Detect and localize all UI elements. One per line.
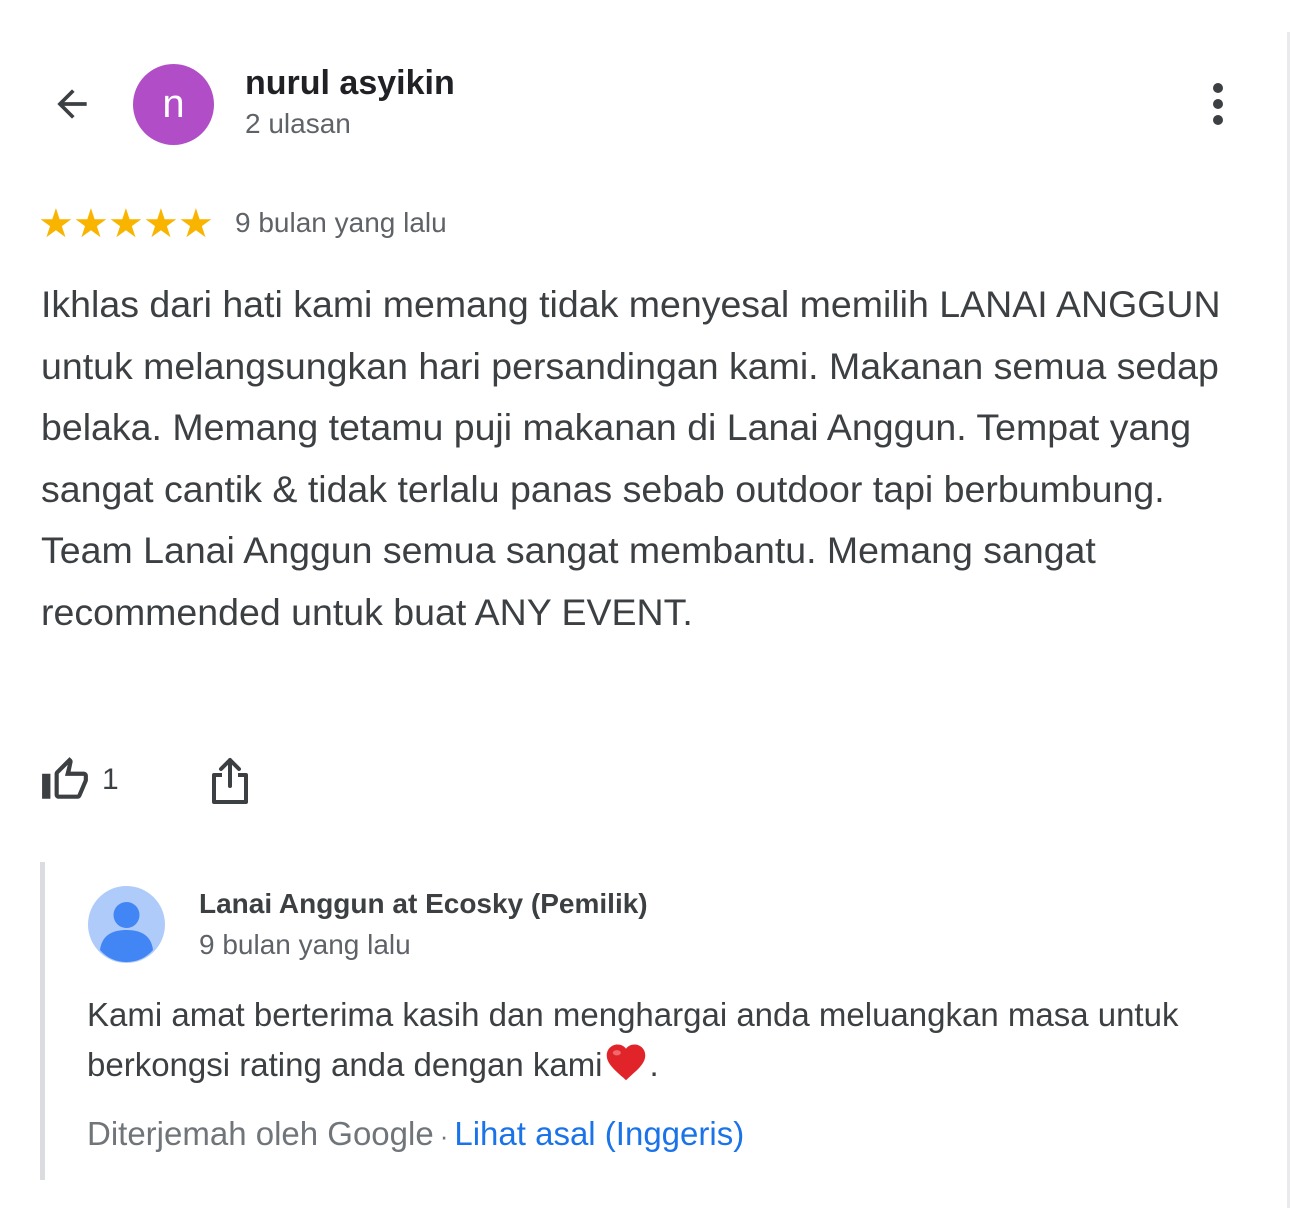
more-options-button[interactable] xyxy=(1196,78,1240,130)
reviewer-name[interactable]: nurul asyikin xyxy=(245,64,455,103)
star-icon: ★ xyxy=(143,202,179,246)
star-icon: ★ xyxy=(73,202,109,246)
thumb-up-outline-icon xyxy=(42,757,88,799)
translation-info-row: Diterjemah oleh Google · Lihat asal (Ingge… xyxy=(87,1115,744,1153)
like-count: 1 xyxy=(102,763,119,796)
owner-avatar[interactable] xyxy=(88,886,165,963)
reviewer-avatar[interactable]: n xyxy=(133,64,214,145)
owner-reply-time-ago: 9 bulan yang lalu xyxy=(199,929,411,960)
owner-reply-text-end: . xyxy=(649,1046,659,1083)
star-icon: ★ xyxy=(108,202,144,246)
star-icon: ★ xyxy=(38,202,74,246)
review-text: Ikhlas dari hati kami memang tidak menye… xyxy=(41,283,1221,633)
more-vert-icon xyxy=(1213,83,1223,125)
star-rating: ★ ★ ★ ★ ★ xyxy=(38,202,214,246)
avatar-letter: n xyxy=(162,82,185,126)
review-time-ago: 9 bulan yang lalu xyxy=(235,207,447,238)
share-icon xyxy=(212,758,248,804)
see-original-link[interactable]: Lihat asal (Inggeris) xyxy=(454,1115,744,1152)
reply-indent-bar xyxy=(40,862,45,1180)
translated-by-label: Diterjemah oleh Google xyxy=(87,1115,434,1152)
owner-reply-text: Kami amat berterima kasih dan menghargai… xyxy=(87,990,1237,1096)
owner-name: Lanai Anggun at Ecosky (Pemilik) xyxy=(199,888,648,919)
separator-dot: · xyxy=(439,1121,449,1151)
arrow-back-icon xyxy=(57,89,87,119)
review-detail-page: n nurul asyikin 2 ulasan ★ ★ ★ ★ ★ 9 bulan y… xyxy=(0,0,1290,1208)
reviewer-review-count: 2 ulasan xyxy=(245,108,351,139)
default-person-avatar-icon xyxy=(100,902,153,962)
star-icon: ★ xyxy=(178,202,214,246)
share-button[interactable] xyxy=(204,752,256,810)
red-heart-emoji-icon xyxy=(604,1040,648,1096)
like-button[interactable]: 1 xyxy=(40,752,119,808)
back-button[interactable] xyxy=(44,78,100,130)
